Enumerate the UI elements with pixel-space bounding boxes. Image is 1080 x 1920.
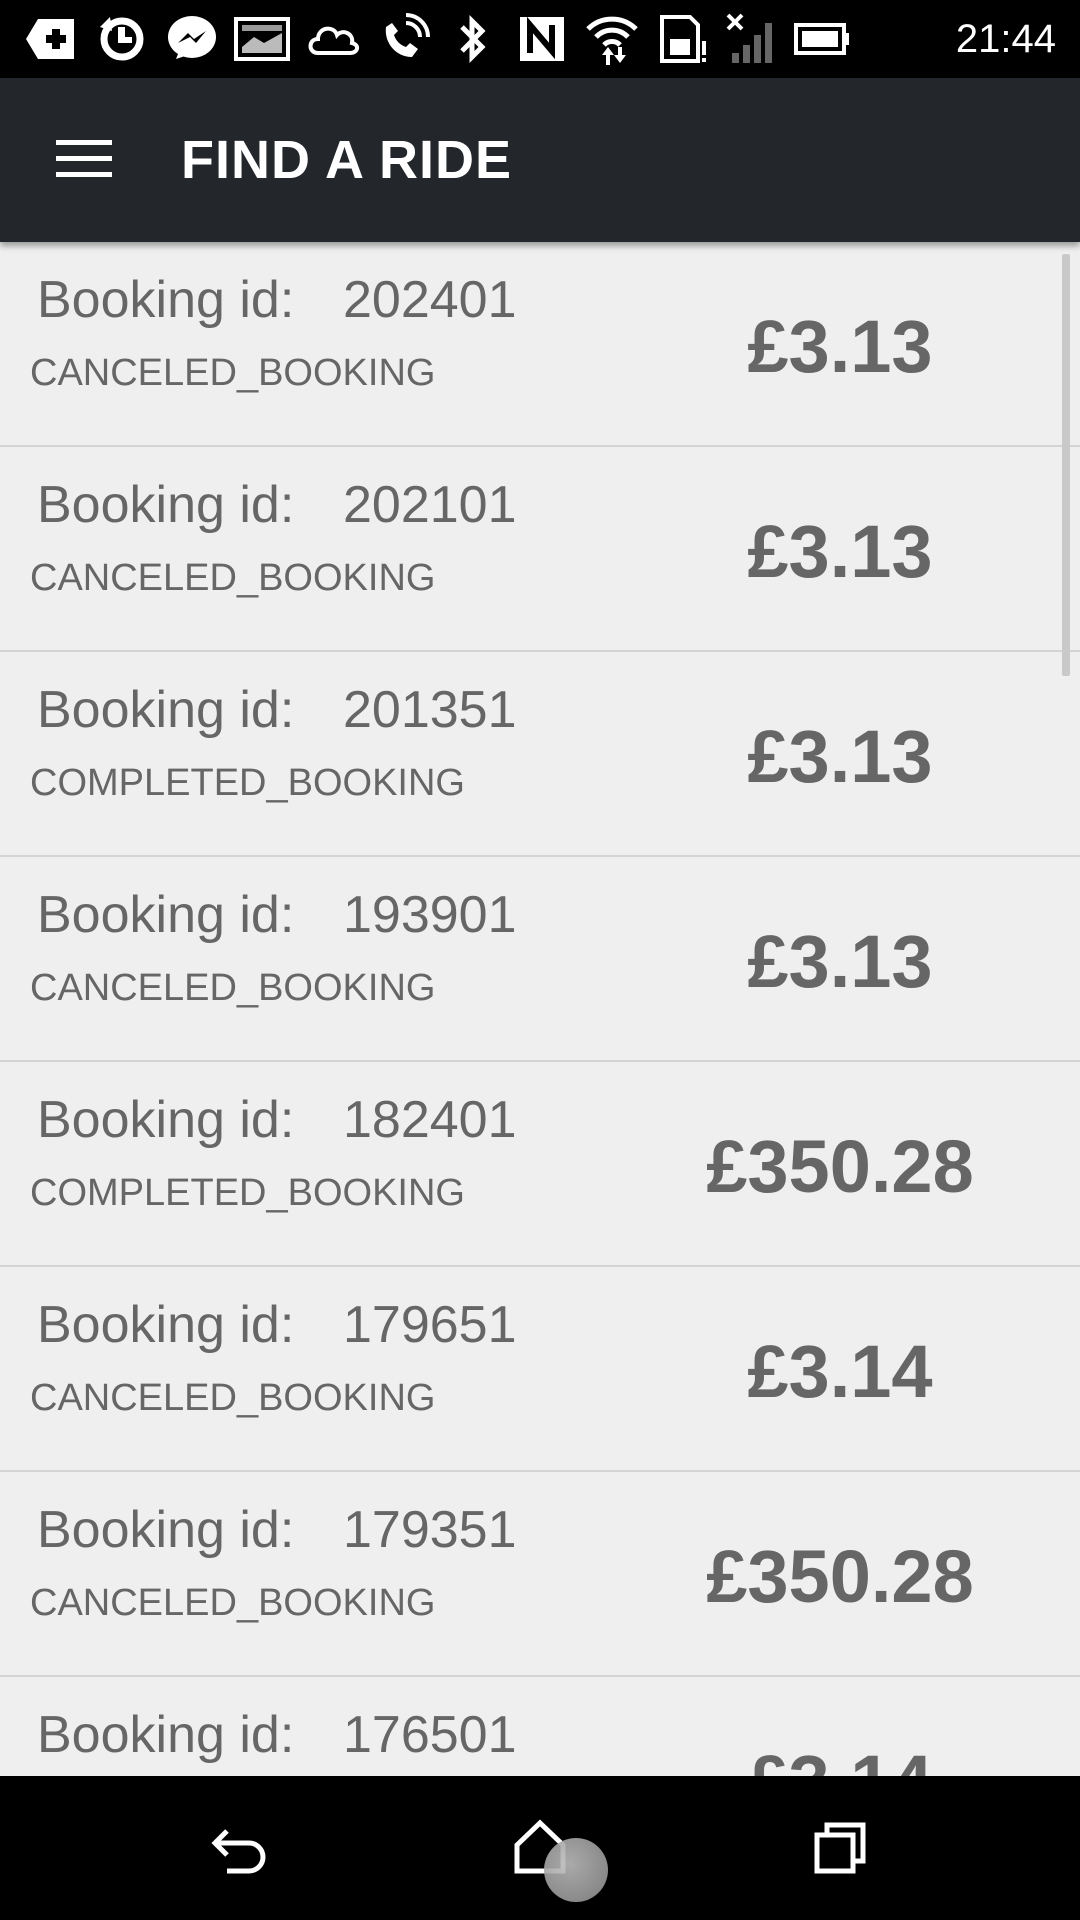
booking-status: CANCELED_BOOKING <box>30 1377 436 1419</box>
booking-price: £3.13 <box>747 305 933 388</box>
booking-id-label: Booking id: <box>37 1501 295 1559</box>
hamburger-menu-icon[interactable] <box>44 128 124 192</box>
booking-row[interactable]: Booking id: 179651 CANCELED_BOOKING £3.14 <box>0 1267 1080 1472</box>
booking-id-label: Booking id: <box>37 1706 295 1764</box>
scrollbar[interactable] <box>1062 254 1070 676</box>
booking-status: CANCELED_BOOKING <box>30 557 436 599</box>
booking-id-value: 179351 <box>343 1501 517 1559</box>
sim-card-alert-icon <box>652 11 712 67</box>
booking-row[interactable]: Booking id: 176501 £3.14 <box>0 1677 1080 1776</box>
booking-id-label: Booking id: <box>37 1091 295 1149</box>
sync-icon <box>92 11 152 67</box>
cloud-icon <box>302 11 362 67</box>
recents-icon[interactable] <box>780 1806 900 1890</box>
booking-id-label: Booking id: <box>37 476 295 534</box>
booking-id-value: 193901 <box>343 886 517 944</box>
booking-id-label: Booking id: <box>37 1296 295 1354</box>
booking-status: COMPLETED_BOOKING <box>30 762 465 804</box>
booking-id-value: 202101 <box>343 476 517 534</box>
booking-row[interactable]: Booking id: 182401 COMPLETED_BOOKING £350.2… <box>0 1062 1080 1267</box>
nfc-icon <box>512 11 572 67</box>
status-time: 21:44 <box>955 17 1056 61</box>
booking-price: £3.14 <box>747 1330 933 1413</box>
booking-price: £3.14 <box>640 1739 1040 1776</box>
messenger-icon <box>162 11 222 67</box>
booking-row[interactable]: Booking id: 202101 CANCELED_BOOKING £3.13 <box>0 447 1080 652</box>
back-icon[interactable] <box>180 1806 300 1890</box>
booking-id-label: Booking id: <box>37 271 295 329</box>
booking-price: £3.13 <box>747 510 933 593</box>
booking-id-label: Booking id: <box>37 681 295 739</box>
booking-status: CANCELED_BOOKING <box>30 967 436 1009</box>
booking-price: £350.28 <box>706 1125 974 1208</box>
add-notification-icon <box>22 11 82 67</box>
touch-indicator <box>544 1838 608 1902</box>
gallery-icon <box>232 11 292 67</box>
booking-id-value: 202401 <box>343 271 517 329</box>
booking-price: £3.13 <box>747 715 933 798</box>
wifi-icon <box>582 11 642 67</box>
booking-status: CANCELED_BOOKING <box>30 1582 436 1624</box>
booking-list[interactable]: Booking id: 202401 CANCELED_BOOKING £3.13 Bo… <box>0 242 1080 1776</box>
booking-row[interactable]: Booking id: 202401 CANCELED_BOOKING £3.13 <box>0 242 1080 447</box>
status-icons <box>22 8 862 70</box>
booking-id-value: 201351 <box>343 681 517 739</box>
booking-status: COMPLETED_BOOKING <box>30 1172 465 1214</box>
booking-status: CANCELED_BOOKING <box>30 352 436 394</box>
navigation-bar <box>0 1776 1080 1920</box>
booking-row[interactable]: Booking id: 193901 CANCELED_BOOKING £3.13 <box>0 857 1080 1062</box>
app-bar: FIND A RIDE <box>0 78 1080 242</box>
booking-price: £350.28 <box>706 1535 974 1618</box>
bluetooth-icon <box>442 11 502 67</box>
no-signal-icon <box>722 11 782 67</box>
status-bar: 21:44 <box>0 0 1080 78</box>
booking-id-label: Booking id: <box>37 886 295 944</box>
booking-row[interactable]: Booking id: 201351 COMPLETED_BOOKING £3.13 <box>0 652 1080 857</box>
phone-call-icon <box>372 11 432 67</box>
booking-id-value: 182401 <box>343 1091 517 1149</box>
page-title: FIND A RIDE <box>181 130 512 190</box>
booking-row[interactable]: Booking id: 179351 CANCELED_BOOKING £350.28 <box>0 1472 1080 1677</box>
booking-list-content: Booking id: 202401 CANCELED_BOOKING £3.13 Bo… <box>0 242 1080 1776</box>
battery-icon <box>792 11 852 67</box>
booking-id-value: 176501 <box>343 1706 517 1764</box>
booking-id-value: 179651 <box>343 1296 517 1354</box>
booking-price: £3.13 <box>747 920 933 1003</box>
